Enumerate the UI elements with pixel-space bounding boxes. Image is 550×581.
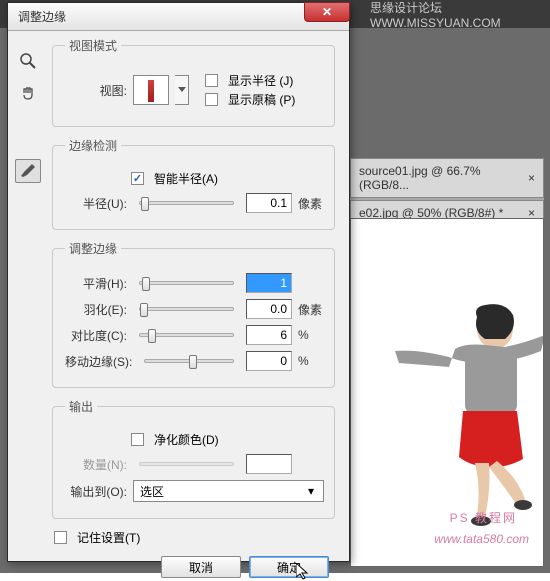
view-thumbnail[interactable] bbox=[133, 75, 169, 105]
chevron-down-icon bbox=[178, 87, 186, 93]
main-column: 视图模式 视图: 显示半径 (J) 显示原稿 (P) bbox=[48, 31, 349, 561]
smooth-slider[interactable] bbox=[139, 281, 234, 285]
decontaminate-checkbox[interactable] bbox=[131, 433, 144, 446]
radius-label: 半径(U): bbox=[65, 195, 127, 212]
amount-label: 数量(N): bbox=[65, 456, 127, 473]
output-to-value: 选区 bbox=[140, 483, 164, 500]
feather-input[interactable]: 0.0 bbox=[246, 299, 292, 319]
cancel-button[interactable]: 取消 bbox=[161, 556, 241, 578]
feather-slider[interactable] bbox=[139, 307, 234, 311]
doc-tab-1-label: source01.jpg @ 66.7%(RGB/8... bbox=[359, 164, 520, 192]
dialog-title: 调整边缘 bbox=[18, 8, 66, 25]
view-dropdown-arrow[interactable] bbox=[175, 75, 189, 105]
adjust-edge-group: 调整边缘 平滑(H): 1 羽化(E): 0.0 像素 对比度(C): 6 bbox=[52, 240, 335, 388]
smooth-input[interactable]: 1 bbox=[246, 273, 292, 293]
edge-detection-group: 边缘检测 智能半径(A) 半径(U): 0.1 像素 bbox=[52, 137, 335, 230]
view-label: 视图: bbox=[65, 82, 127, 99]
canvas-image bbox=[385, 299, 544, 539]
output-group: 输出 净化颜色(D) 数量(N): 输出到(O): 选区 ▾ bbox=[52, 398, 335, 519]
hand-tool-icon[interactable] bbox=[15, 81, 41, 105]
smooth-label: 平滑(H): bbox=[65, 275, 127, 292]
watermark-text: PS 教程网 bbox=[450, 509, 517, 526]
radius-input[interactable]: 0.1 bbox=[246, 193, 292, 213]
header-text: 思缘设计论坛 WWW.MISSYUAN.COM bbox=[370, 0, 550, 30]
radius-unit: 像素 bbox=[298, 195, 324, 212]
watermark-url: www.tata580.com bbox=[434, 532, 529, 546]
doc-tab-1[interactable]: source01.jpg @ 66.7%(RGB/8... × bbox=[350, 158, 544, 198]
view-mode-legend: 视图模式 bbox=[65, 37, 121, 54]
amount-slider bbox=[139, 462, 234, 466]
show-radius-label: 显示半径 (J) bbox=[228, 72, 293, 89]
close-icon: ✕ bbox=[322, 5, 332, 19]
chevron-down-icon: ▾ bbox=[303, 484, 319, 498]
shift-edge-input[interactable]: 0 bbox=[246, 351, 292, 371]
brush-tool-icon[interactable] bbox=[15, 159, 41, 183]
feather-label: 羽化(E): bbox=[65, 301, 127, 318]
show-original-label: 显示原稿 (P) bbox=[228, 91, 295, 108]
contrast-unit: % bbox=[298, 328, 324, 342]
canvas[interactable]: PS 教程网 www.tata580.com bbox=[350, 218, 544, 567]
decontaminate-label: 净化颜色(D) bbox=[154, 431, 219, 448]
output-to-select[interactable]: 选区 ▾ bbox=[133, 480, 324, 502]
tool-column bbox=[8, 31, 48, 561]
shift-edge-label: 移动边缘(S): bbox=[65, 353, 132, 370]
shift-edge-slider[interactable] bbox=[144, 359, 234, 363]
close-button[interactable]: ✕ bbox=[304, 2, 350, 22]
close-icon[interactable]: × bbox=[528, 171, 535, 185]
contrast-label: 对比度(C): bbox=[65, 327, 127, 344]
remember-settings-label: 记住设置(T) bbox=[77, 529, 140, 546]
feather-unit: 像素 bbox=[298, 301, 324, 318]
edge-detection-legend: 边缘检测 bbox=[65, 137, 121, 154]
zoom-tool-icon[interactable] bbox=[15, 49, 41, 73]
contrast-slider[interactable] bbox=[139, 333, 234, 337]
show-original-checkbox[interactable] bbox=[205, 93, 218, 106]
remember-settings-checkbox[interactable] bbox=[54, 531, 67, 544]
show-radius-checkbox[interactable] bbox=[205, 74, 218, 87]
output-legend: 输出 bbox=[65, 398, 97, 415]
titlebar[interactable]: 调整边缘 ✕ bbox=[8, 3, 349, 31]
contrast-input[interactable]: 6 bbox=[246, 325, 292, 345]
refine-edge-dialog: 调整边缘 ✕ 视图模式 视图: bbox=[7, 2, 350, 562]
ok-button[interactable]: 确定 bbox=[249, 556, 329, 578]
smart-radius-checkbox[interactable] bbox=[131, 172, 144, 185]
radius-slider[interactable] bbox=[139, 201, 234, 205]
adjust-edge-legend: 调整边缘 bbox=[65, 240, 121, 257]
smart-radius-label: 智能半径(A) bbox=[154, 170, 218, 187]
output-to-label: 输出到(O): bbox=[65, 483, 127, 500]
amount-input bbox=[246, 454, 292, 474]
shift-edge-unit: % bbox=[298, 354, 324, 368]
view-mode-group: 视图模式 视图: 显示半径 (J) 显示原稿 (P) bbox=[52, 37, 335, 127]
